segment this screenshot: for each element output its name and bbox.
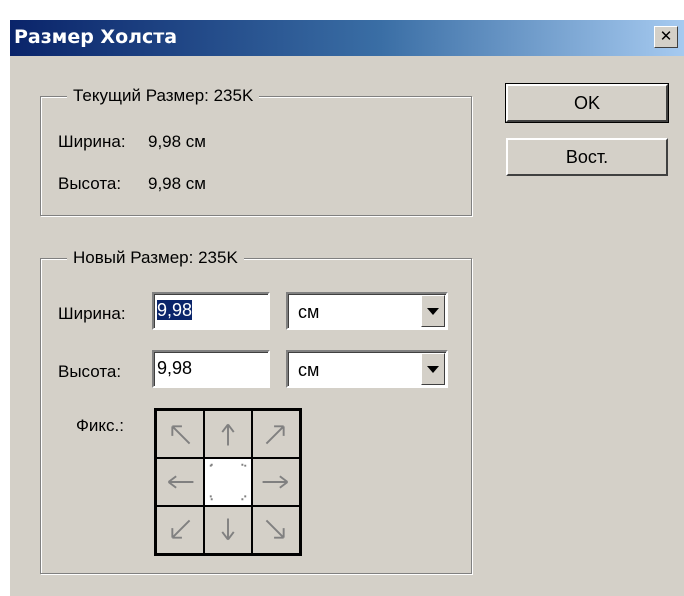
current-height-label: Высота: <box>58 174 122 193</box>
width-unit-select[interactable]: см <box>286 292 448 330</box>
arrow-left-icon <box>167 475 194 489</box>
new-size-legend: Новый Размер: 235K <box>67 248 244 268</box>
new-width-label: Ширина: <box>58 304 126 323</box>
chevron-down-icon[interactable] <box>421 295 445 327</box>
current-width-label: Ширина: <box>58 132 126 151</box>
canvas-size-dialog: Размер Холста ✕ Текущий Размер: 235K Шир… <box>8 18 684 596</box>
anchor-label: Фикс.: <box>76 416 124 435</box>
current-width-value: 9,98 см <box>148 132 206 151</box>
anchor-top-right[interactable] <box>252 410 300 458</box>
ok-button[interactable]: OK <box>505 83 669 123</box>
anchor-bottom-left[interactable] <box>156 506 204 554</box>
current-height-value: 9,98 см <box>148 174 206 193</box>
new-height-label: Высота: <box>58 362 122 381</box>
height-unit-value: см <box>298 360 320 380</box>
anchor-center[interactable] <box>204 458 252 506</box>
current-size-legend: Текущий Размер: 235K <box>67 86 260 106</box>
width-unit-value: см <box>298 302 320 322</box>
arrow-right-icon <box>262 475 289 489</box>
width-input-value: 9,98 <box>157 300 193 320</box>
arrow-down-icon <box>221 518 235 541</box>
reset-button[interactable]: Вост. <box>506 138 668 176</box>
width-input[interactable]: 9,98 <box>152 292 270 330</box>
anchor-center-marks <box>209 463 247 501</box>
arrow-up-icon <box>221 423 235 446</box>
anchor-right[interactable] <box>252 458 300 506</box>
close-icon: ✕ <box>659 28 673 45</box>
anchor-top-left[interactable] <box>156 410 204 458</box>
reset-button-label: Вост. <box>565 147 609 167</box>
window-title: Размер Холста <box>14 26 178 48</box>
arrow-up-right-icon <box>265 425 285 445</box>
chevron-down-icon[interactable] <box>421 353 445 385</box>
anchor-bottom-right[interactable] <box>252 506 300 554</box>
arrow-down-right-icon <box>265 519 285 539</box>
current-size-group: Текущий Размер: 235K <box>40 86 472 216</box>
title-bar[interactable]: Размер Холста ✕ <box>10 20 684 56</box>
height-unit-select[interactable]: см <box>286 350 448 388</box>
height-input[interactable]: 9,98 <box>152 350 270 388</box>
arrow-down-left-icon <box>171 519 191 539</box>
arrow-up-left-icon <box>171 425 191 445</box>
anchor-grid <box>154 408 302 556</box>
height-input-value: 9,98 <box>157 358 193 378</box>
anchor-left[interactable] <box>156 458 204 506</box>
close-button[interactable]: ✕ <box>654 26 678 48</box>
ok-button-label: OK <box>573 93 600 113</box>
anchor-bottom[interactable] <box>204 506 252 554</box>
anchor-top[interactable] <box>204 410 252 458</box>
